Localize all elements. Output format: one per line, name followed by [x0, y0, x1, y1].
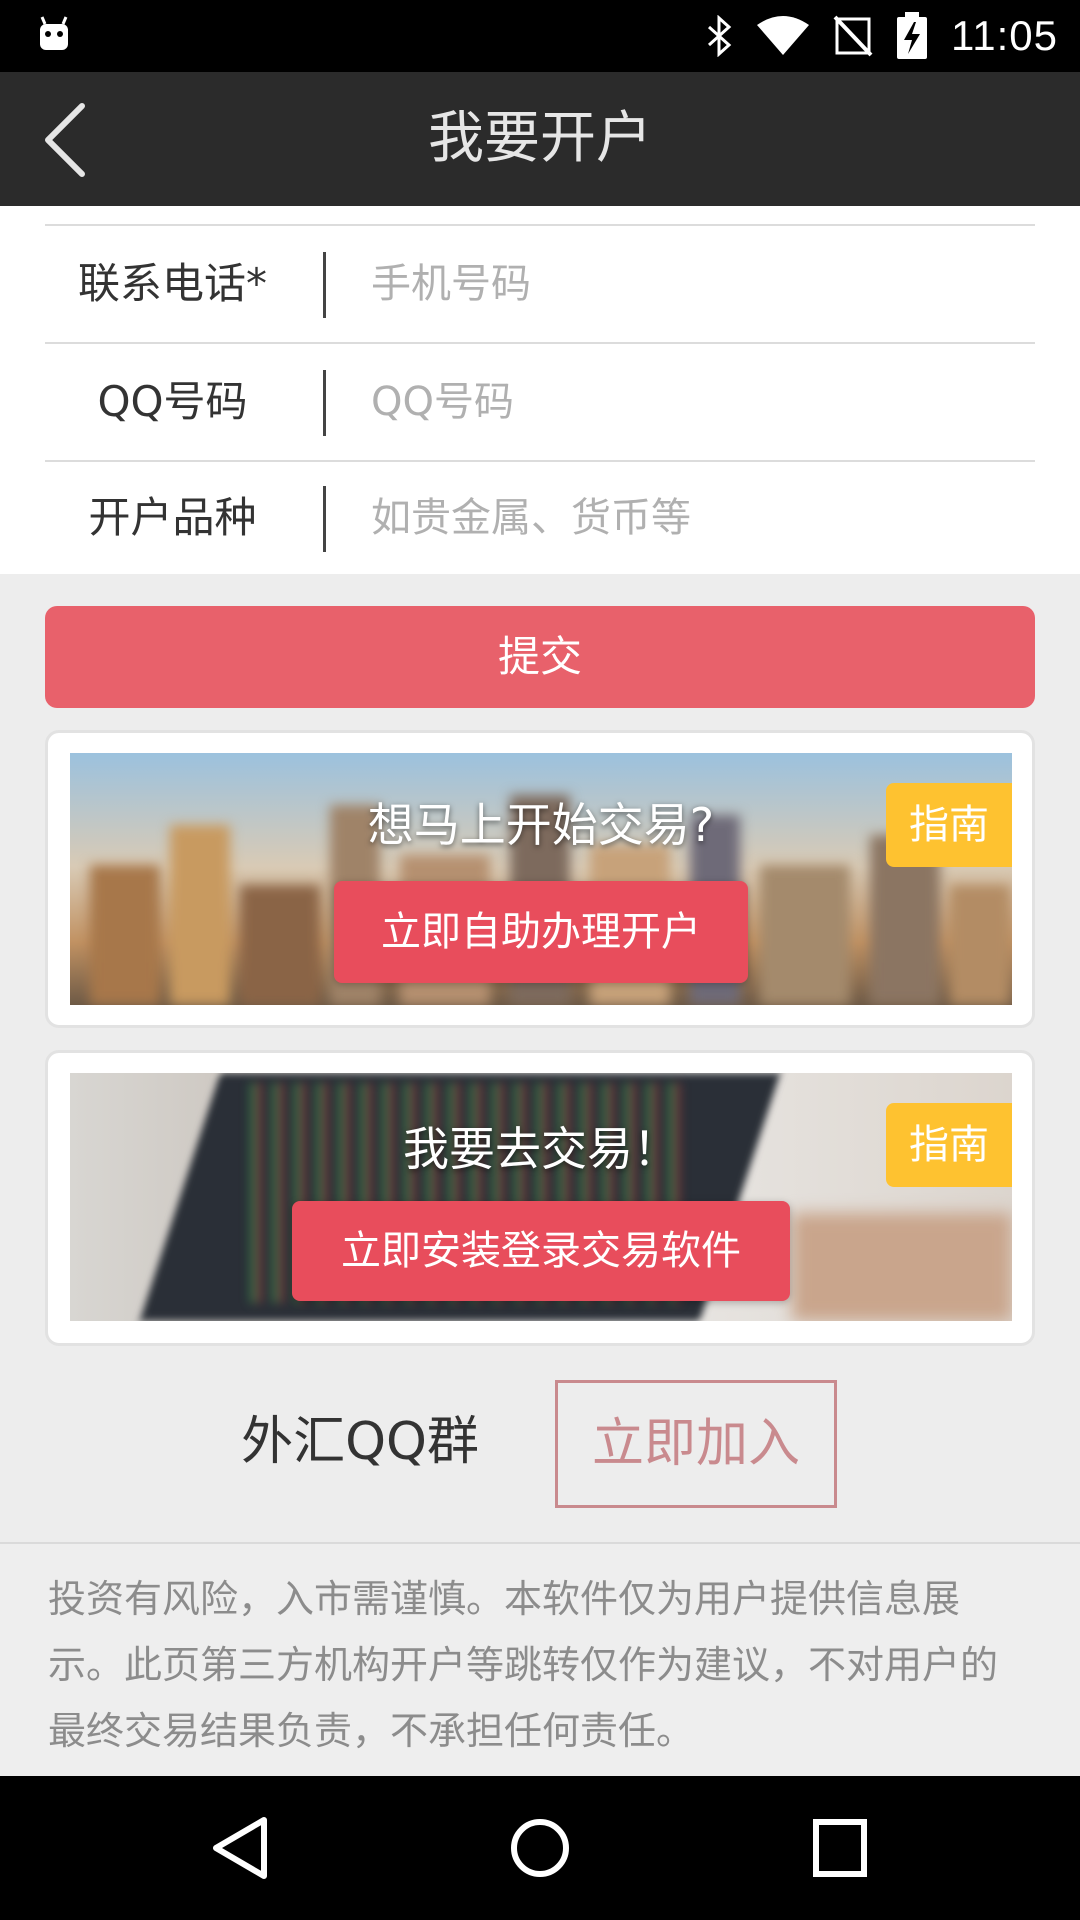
product-label: 开户品种 — [88, 493, 257, 542]
trading-desk-image: 我要去交易！ 立即安装登录交易软件 指南 — [70, 1073, 1012, 1321]
phone-row: 联系电话* — [45, 226, 1035, 342]
product-row: 开户品种 — [45, 460, 1035, 576]
guide-badge[interactable]: 指南 — [886, 783, 1012, 867]
promo-headline: 我要去交易！ — [403, 1122, 679, 1176]
system-nav-bar — [0, 1776, 1080, 1920]
home-circle-icon[interactable] — [500, 1812, 580, 1884]
promo-headline: 想马上开始交易? — [367, 798, 715, 852]
bluetooth-icon — [707, 15, 732, 57]
android-icon — [40, 16, 68, 50]
risk-disclaimer: 投资有风险，入市需谨慎。本软件仅为用户提供信息展示。此页第三方机构开户等跳转仅作… — [0, 1542, 1080, 1776]
submit-button[interactable]: 提交 — [45, 606, 1035, 708]
city-skyline-image: 想马上开始交易? 立即自助办理开户 指南 — [70, 753, 1012, 1005]
forex-qq-group-label: 外汇QQ群 — [241, 1412, 479, 1472]
qq-input[interactable] — [371, 362, 1011, 442]
status-time: 11:05 — [951, 12, 1058, 59]
field-separator — [323, 486, 326, 552]
wifi-icon — [757, 16, 809, 55]
promo-card-trade: 我要去交易！ 立即安装登录交易软件 指南 — [45, 1050, 1035, 1346]
phone-input[interactable] — [371, 244, 1011, 324]
back-triangle-icon[interactable] — [200, 1812, 280, 1884]
phone-label: 联系电话* — [77, 259, 267, 308]
promo-card-open-account: 想马上开始交易? 立即自助办理开户 指南 — [45, 730, 1035, 1028]
status-bar: 11:05 — [0, 0, 1080, 72]
battery-charging-icon — [897, 12, 927, 59]
qq-row: QQ号码 — [45, 344, 1035, 460]
self-open-account-button[interactable]: 立即自助办理开户 — [334, 881, 748, 983]
guide-badge[interactable]: 指南 — [886, 1103, 1012, 1187]
field-separator — [323, 252, 326, 318]
field-separator — [323, 370, 326, 436]
app-header: 我要开户 — [0, 72, 1080, 206]
recents-square-icon[interactable] — [800, 1812, 880, 1884]
install-login-software-button[interactable]: 立即安装登录交易软件 — [292, 1201, 790, 1301]
account-form: 联系电话* QQ号码 开户品种 — [0, 206, 1080, 574]
page-title: 我要开户 — [428, 106, 652, 171]
product-input[interactable] — [371, 478, 1011, 558]
join-now-button[interactable]: 立即加入 — [555, 1380, 837, 1508]
qq-label: QQ号码 — [97, 377, 248, 426]
no-sim-icon — [833, 15, 873, 57]
